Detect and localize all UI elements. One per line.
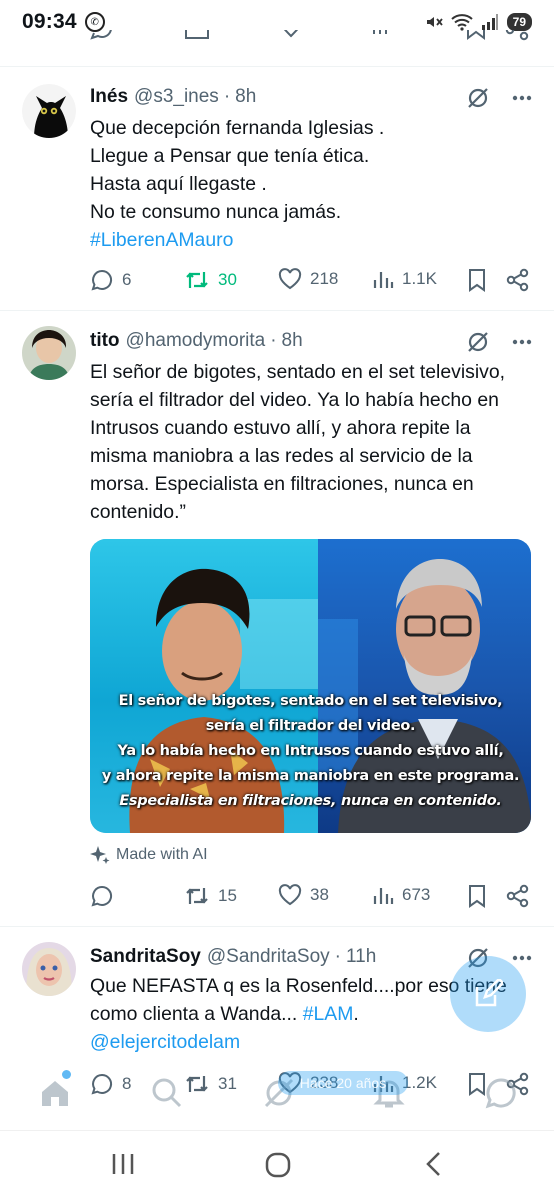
share-icon[interactable] (506, 884, 530, 908)
retweet-icon (186, 888, 208, 904)
more-options-icon[interactable] (512, 955, 532, 961)
tweet-text-line: Llegue a Pensar que tenía ética. (90, 145, 370, 167)
user-handle[interactable]: @hamodymorita (126, 330, 266, 352)
avatar[interactable] (22, 84, 76, 138)
bookmark-icon[interactable] (466, 884, 488, 908)
reply-count: 6 (122, 270, 132, 289)
compose-icon (475, 979, 503, 1007)
tweet-text-line: misma maniobra a las redes al servicio d… (90, 445, 473, 467)
bottom-navigation (0, 1062, 554, 1130)
divider (0, 66, 554, 67)
reply-button[interactable]: 6 (90, 268, 131, 292)
messages-icon[interactable] (484, 1076, 518, 1110)
previous-tweet-actions (0, 30, 554, 48)
user-handle[interactable]: @SandritaSoy (207, 946, 330, 968)
like-button[interactable]: 218 (278, 268, 338, 290)
more-options-icon[interactable] (512, 339, 532, 345)
display-name[interactable]: Inés (90, 86, 128, 108)
more-options-icon[interactable] (512, 95, 532, 101)
retweet-button[interactable]: 15 (184, 884, 237, 908)
user-handle[interactable]: @s3_ines (134, 86, 219, 108)
views-icon (373, 272, 394, 288)
divider (0, 310, 554, 311)
display-name[interactable]: SandritaSoy (90, 946, 201, 968)
tweet-text-line: El señor de bigotes, sentado en el set t… (90, 361, 505, 383)
back-icon[interactable] (422, 1151, 446, 1177)
tweet-text: Que decepción fernanda Iglesias . Llegue… (90, 114, 530, 254)
tweet-text-line: sería el filtrador del video. Ya lo habí… (90, 389, 499, 411)
like-count: 38 (310, 885, 329, 904)
media-caption-line: sería el filtrador del video. (205, 718, 416, 734)
tweet-text-line: morsa. Especialista en filtraciones, nun… (90, 473, 474, 495)
heart-icon (278, 268, 302, 290)
media-caption: El señor de bigotes, sentado en el set t… (90, 689, 531, 814)
search-icon[interactable] (150, 1076, 184, 1110)
tweet-time[interactable]: 8h (235, 86, 256, 108)
views-button[interactable]: 673 (372, 884, 430, 906)
mute-icon (426, 17, 443, 27)
tweet-media-image[interactable]: El señor de bigotes, sentado en el set t… (90, 539, 531, 833)
notification-dot (62, 1070, 71, 1079)
media-caption-line: Ya lo había hecho en Intrusos cuando est… (117, 743, 504, 759)
tweet-actions: 15 38 673 (90, 884, 530, 912)
media-caption-line: Especialista en filtraciones, nunca en c… (119, 793, 502, 809)
tweet-text-line: contenido.” (90, 501, 186, 523)
new-posts-pill[interactable]: Hace 20 años (278, 1071, 408, 1095)
reply-icon (91, 885, 113, 907)
sparkle-icon (90, 846, 110, 864)
media-caption-line: El señor de bigotes, sentado en el set t… (118, 693, 503, 709)
tweet-header: Inés @s3_ines · 8h (90, 86, 257, 108)
mention-link[interactable]: @elejercitodelam (90, 1028, 530, 1056)
made-with-ai-label[interactable]: Made with AI (90, 845, 208, 865)
grok-icon[interactable] (466, 86, 490, 110)
recents-icon[interactable] (110, 1151, 136, 1177)
wifi-icon (450, 14, 473, 31)
retweet-count: 15 (218, 886, 237, 905)
tweet-time[interactable]: 11h (346, 946, 376, 968)
battery-indicator: 79 (506, 13, 532, 31)
share-icon[interactable] (506, 268, 530, 292)
avatar[interactable] (22, 326, 76, 380)
home-icon[interactable] (38, 1076, 72, 1110)
views-icon (373, 888, 394, 904)
tweet-text-line: Que decepción fernanda Iglesias . (90, 117, 385, 139)
tweet-header: tito @hamodymorita · 8h (90, 330, 303, 352)
display-name[interactable]: tito (90, 330, 120, 352)
retweet-button[interactable]: 30 (184, 268, 237, 292)
tweet-text: El señor de bigotes, sentado en el set t… (90, 358, 535, 526)
retweet-count: 30 (218, 270, 237, 289)
tweet-text-line: Hasta aquí llegaste . (90, 173, 267, 195)
whatsapp-icon: ✆ (84, 12, 105, 32)
system-navigation-bar (0, 1130, 554, 1200)
view-count: 1.1K (402, 269, 437, 288)
made-with-ai-text: Made with AI (116, 846, 208, 863)
compose-button[interactable] (450, 956, 526, 1032)
tweet-text-line: No te consumo nunca jamás. (90, 201, 342, 223)
views-button[interactable]: 1.1K (372, 268, 437, 290)
signal-icon (481, 14, 498, 30)
media-caption-line: y ahora repite la misma maniobra en este… (101, 768, 520, 784)
like-count: 218 (310, 269, 339, 288)
retweet-icon (186, 272, 208, 288)
hashtag-link[interactable]: #LiberenAMauro (90, 226, 530, 254)
tweet-time[interactable]: 8h (282, 330, 303, 352)
tweet-text-line: Intrusos cuando estuvo allí, y ahora rep… (90, 417, 471, 439)
divider (0, 926, 554, 927)
tweet-actions: 6 30 218 1.1K (90, 268, 530, 296)
reply-button[interactable] (90, 884, 122, 908)
like-button[interactable]: 38 (278, 884, 329, 906)
tweet-header: SandritaSoy @SandritaSoy · 11h (90, 946, 377, 968)
hashtag-link[interactable]: #LAM (303, 1003, 354, 1025)
avatar[interactable] (22, 942, 76, 996)
grok-icon[interactable] (466, 330, 490, 354)
reply-icon (91, 269, 113, 291)
view-count: 673 (402, 885, 431, 904)
home-button-icon[interactable] (264, 1151, 292, 1179)
bookmark-icon[interactable] (466, 268, 488, 292)
heart-icon (278, 884, 302, 906)
